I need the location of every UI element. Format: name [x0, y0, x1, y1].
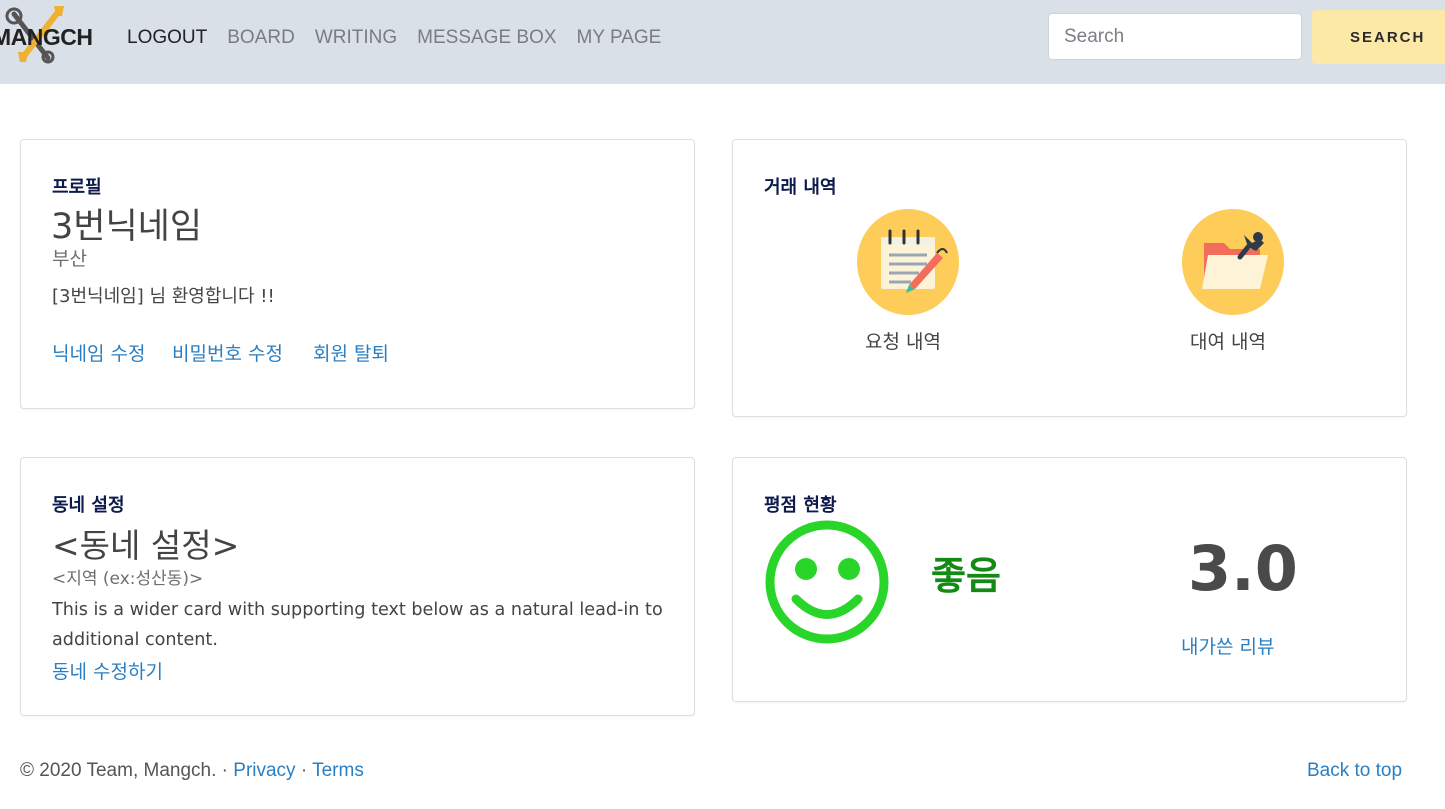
request-history-caption: 요청 내역 [865, 331, 941, 353]
rating-card: 평점 현황 좋음 3.0 내가쓴 리뷰 [732, 457, 1407, 702]
region-hint: <지역 (ex:성산동)> [52, 569, 204, 589]
main-nav: LOGOUT BOARD WRITING MESSAGE BOX MY PAGE [127, 26, 661, 50]
edit-nickname-link[interactable]: 닉네임 수정 [52, 339, 145, 366]
profile-label: 프로필 [52, 177, 102, 198]
transaction-history-card: 거래 내역 요청 내역 대여 내역 [732, 139, 1407, 417]
smiley-icon [765, 520, 889, 644]
change-password-link[interactable]: 비밀번호 수정 [172, 339, 283, 366]
folder-wrench-icon [1202, 232, 1268, 289]
rental-history-caption: 대여 내역 [1190, 331, 1266, 353]
welcome-message: [3번닉네임] 님 환영합니다 !! [52, 286, 275, 307]
nav-message-box[interactable]: MESSAGE BOX [417, 26, 556, 50]
neighborhood-description-line2: additional content. [52, 630, 218, 650]
navbar: MANGCH LOGOUT BOARD WRITING MESSAGE BOX … [0, 0, 1445, 84]
rental-history-button[interactable] [1182, 209, 1284, 315]
neighborhood-description-line1: This is a wider card with supporting tex… [52, 600, 663, 620]
neighborhood-card: 동네 설정 <동네 설정> <지역 (ex:성산동)> This is a wi… [20, 457, 695, 716]
rating-word: 좋음 [931, 554, 1001, 598]
footer: © 2020 Team, Mangch. · Privacy · Terms [20, 760, 364, 782]
terms-link[interactable]: Terms [312, 760, 364, 781]
profile-card: 프로필 3번닉네임 부산 [3번닉네임] 님 환영합니다 !! 닉네임 수정 비… [20, 139, 695, 409]
nav-board[interactable]: BOARD [227, 26, 295, 50]
rating-score: 3.0 [1188, 532, 1298, 605]
nav-my-page[interactable]: MY PAGE [577, 26, 662, 50]
back-to-top-link[interactable]: Back to top [1307, 760, 1402, 782]
neighborhood-title: <동네 설정> [52, 526, 240, 565]
neighborhood-label: 동네 설정 [52, 495, 125, 516]
nav-logout[interactable]: LOGOUT [127, 26, 207, 50]
rating-label: 평점 현황 [764, 495, 837, 516]
copyright-text: © 2020 Team, Mangch. · [20, 760, 234, 781]
edit-neighborhood-link[interactable]: 동네 수정하기 [52, 657, 163, 684]
request-history-button[interactable] [857, 209, 959, 315]
my-reviews-link[interactable]: 내가쓴 리뷰 [1181, 632, 1274, 659]
profile-region: 부산 [52, 248, 87, 270]
privacy-link[interactable]: Privacy [233, 760, 295, 781]
profile-nickname: 3번닉네임 [51, 207, 203, 247]
logo-text: MANGCH [0, 24, 93, 50]
notepad-pen-icon [881, 229, 948, 293]
search-input[interactable] [1048, 13, 1302, 60]
search-button[interactable]: SEARCH [1312, 10, 1445, 64]
footer-separator: · [295, 760, 313, 781]
withdraw-account-link[interactable]: 회원 탈퇴 [313, 339, 389, 366]
brand-logo[interactable]: MANGCH [0, 0, 96, 72]
nav-writing[interactable]: WRITING [315, 26, 397, 50]
history-label: 거래 내역 [764, 177, 837, 198]
